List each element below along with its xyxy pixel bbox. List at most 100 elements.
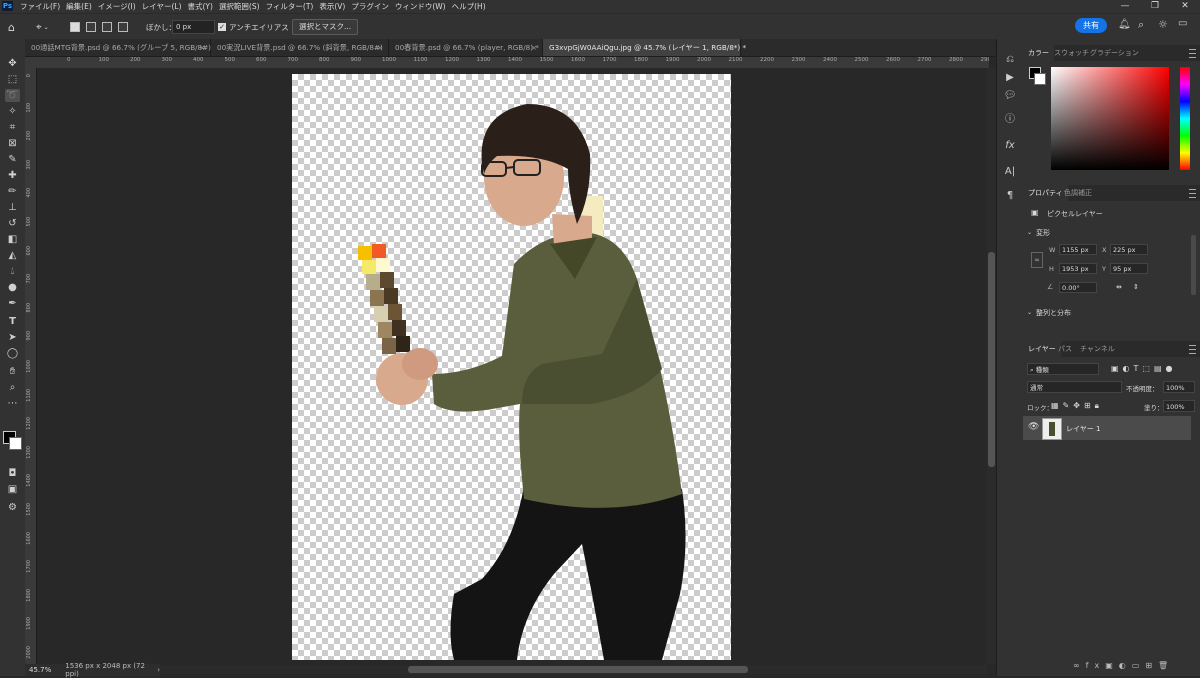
menu-item[interactable]: レイヤー(L) [142,1,182,12]
move-tool-icon[interactable]: ✥ [5,57,20,70]
menu-item[interactable]: ファイル(F) [20,1,60,12]
vertical-scroll-thumb[interactable] [988,252,995,467]
height-field[interactable]: 1953 px [1059,263,1097,274]
document-tab[interactable]: 00通話MTG背景.psd @ 66.7% (グループ 5, RGB/8#) × [25,39,211,56]
properties-scrollbar[interactable] [1191,235,1196,295]
zoom-level[interactable]: 45.7% [29,666,51,674]
angle-field[interactable]: 0.00° [1059,282,1097,293]
blend-mode-select[interactable]: 通常 [1027,381,1122,393]
menu-item[interactable]: ヘルプ(H) [452,1,486,12]
dodge-tool-icon[interactable]: ● [5,281,20,294]
menu-item[interactable]: プラグイン [351,1,389,12]
tab-paths[interactable]: パス [1053,341,1077,357]
menu-item[interactable]: ウィンドウ(W) [395,1,446,12]
menu-item[interactable]: 表示(V) [319,1,345,12]
actions-play-icon[interactable]: ▶ [1003,71,1017,85]
close-tab-icon[interactable]: × [377,39,383,56]
paragraph-icon[interactable]: ¶ [1003,189,1017,203]
quick-mask-icon[interactable]: ◘ [5,467,20,480]
pen-tool-icon[interactable]: ✒ [5,297,20,310]
search-icon[interactable]: ⌕ [1138,18,1144,32]
info-icon[interactable]: ⓘ [1003,113,1017,127]
collapse-align-icon[interactable]: ⌄ [1027,309,1032,316]
brush-tool-icon[interactable]: ✏ [5,185,20,198]
discover-icon[interactable]: ☼ [1158,18,1168,31]
link-dimensions-icon[interactable]: ∞ [1031,252,1043,268]
close-tab-icon[interactable]: × [729,39,735,56]
polygonal-lasso-icon[interactable]: ⌖ ⌄ [36,14,49,40]
path-selection-tool-icon[interactable]: ➤ [5,331,20,344]
background-color-swatch[interactable] [9,437,22,450]
frame-tool-icon[interactable]: ⊠ [5,137,20,150]
status-menu-icon[interactable]: › [157,666,160,674]
ellipse-tool-icon[interactable]: ◯ [5,347,20,360]
opacity-field[interactable]: 100% [1163,381,1195,393]
fill-field[interactable]: 100% [1163,400,1195,412]
vertical-ruler[interactable]: 0 100 200 300 400 500 600 700 800 900 1000 1100 1200… [25,68,37,664]
menu-item[interactable]: 選択範囲(S) [219,1,260,12]
hand-tool-icon[interactable]: ✋︎ [5,365,20,378]
close-tab-icon[interactable]: × [531,39,537,56]
magic-wand-tool-icon[interactable]: ✧ [5,105,20,118]
tab-channels[interactable]: チャンネル [1075,341,1120,357]
home-icon[interactable]: ⌂ [8,14,15,40]
panel-menu-icon[interactable] [1189,49,1196,58]
history-brush-tool-icon[interactable]: ↺ [5,217,20,230]
document-tab-active[interactable]: G3xvpGjW0AAiQgu.jpg @ 45.7% (レイヤー 1, RGB… [543,39,746,56]
layer-name[interactable]: レイヤー 1 [1066,424,1100,434]
flip-vertical-icon[interactable]: ⇕ [1133,283,1139,291]
menu-item[interactable]: イメージ(I) [98,1,136,12]
crop-tool-icon[interactable]: ⌗ [5,121,20,134]
color-picker-field[interactable] [1051,67,1169,170]
select-and-mask-button[interactable]: 選択とマスク... [292,14,359,40]
ruler-corner[interactable] [25,57,37,68]
subtract-selection-icon[interactable] [102,14,112,40]
layer-row[interactable]: 👁︎ レイヤー 1 [1023,416,1191,440]
collapse-transform-icon[interactable]: ⌄ [1027,229,1032,236]
menu-item[interactable]: 書式(Y) [188,1,213,12]
horizontal-scroll-thumb[interactable] [408,666,748,673]
minimize-button[interactable]: — [1110,0,1140,13]
menu-item[interactable]: 編集(E) [66,1,92,12]
comments-icon[interactable]: 💬︎ [1003,89,1017,103]
eraser-tool-icon[interactable]: ◧ [5,233,20,246]
workspace-icon[interactable]: ▭ [1178,18,1187,29]
width-field[interactable]: 1155 px [1059,244,1097,255]
document-tab[interactable]: 00実況LIVE背景.psd @ 66.7% (斜背景, RGB/8#) × [211,39,389,56]
notification-icon[interactable]: 🔔︎ [1118,19,1131,30]
eyedropper-tool-icon[interactable]: ✎ [5,153,20,166]
screen-mode-icon[interactable]: ▣ [5,483,20,496]
close-window-button[interactable]: ✕ [1170,0,1200,13]
y-field[interactable]: 95 px [1110,263,1148,274]
feather-input[interactable]: 0 px [172,14,215,40]
lasso-tool-icon[interactable]: ➰ [5,89,20,102]
tab-adjustments[interactable]: 色調補正 [1059,185,1097,201]
history-icon[interactable]: ⎌ [1003,53,1017,67]
more-tools-icon[interactable]: ⋯ [5,397,20,410]
panel-menu-icon[interactable] [1189,189,1196,198]
eye-icon[interactable]: 👁︎ [1028,422,1039,432]
menu-item[interactable]: フィルター(T) [266,1,314,12]
hue-slider[interactable] [1180,67,1190,170]
maximize-button[interactable]: ❐ [1140,0,1170,13]
generative-icon[interactable]: ⚙ [5,501,20,514]
fx-icon[interactable]: fx [1003,139,1017,153]
antialias-checkbox[interactable]: ✓ アンチエイリアス [218,14,289,40]
new-selection-icon[interactable] [70,14,80,40]
flip-horizontal-icon[interactable]: ⇹ [1116,283,1122,291]
blur-tool-icon[interactable]: 💧︎ [5,265,20,278]
share-button[interactable]: 共有 [1075,18,1107,33]
tab-gradients[interactable]: グラデーション [1085,45,1144,61]
character-icon[interactable]: A| [1003,165,1017,179]
marquee-tool-icon[interactable]: ⬚ [5,73,20,86]
clone-stamp-tool-icon[interactable]: ⊥ [5,201,20,214]
healing-brush-tool-icon[interactable]: ✚ [5,169,20,182]
layer-filter-icons[interactable]: ▣◐T⬚▤● [1111,364,1177,373]
layer-filter-kind[interactable]: ⌕ 種類 [1027,363,1099,375]
lock-icons[interactable]: ▦✎✥⊞🔒︎ [1051,401,1103,411]
document-canvas[interactable] [292,74,731,660]
x-field[interactable]: 225 px [1110,244,1148,255]
panel-menu-icon[interactable] [1189,345,1196,354]
close-tab-icon[interactable]: × [199,39,205,56]
zoom-tool-icon[interactable]: ⌕ [5,381,20,394]
